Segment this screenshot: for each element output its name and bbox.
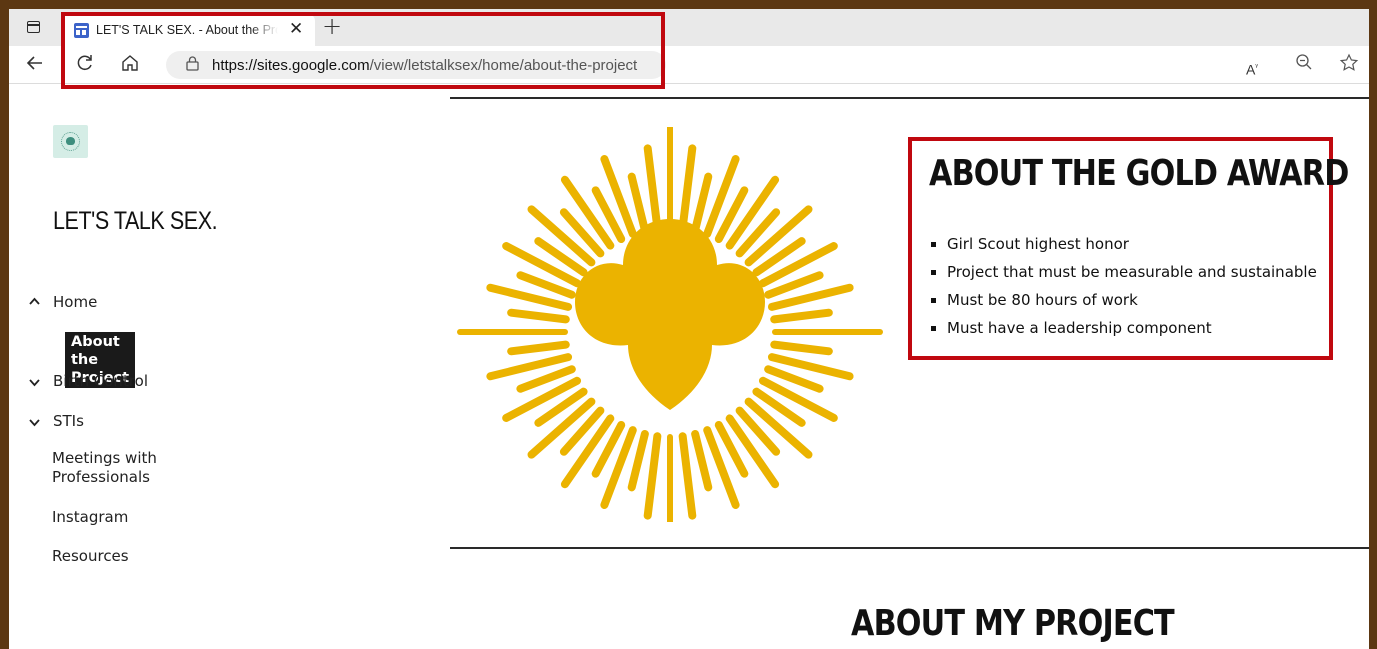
sun-ray xyxy=(770,308,833,324)
sun-ray xyxy=(627,172,649,235)
site-title[interactable]: LET'S TALK SEX. xyxy=(53,207,218,236)
url-text[interactable]: https://sites.google.com/view/letstalkse… xyxy=(212,57,637,74)
list-item: Must have a leadership component xyxy=(931,314,1317,342)
tab-strip: LET'S TALK SEX. - About the Project ✕ + xyxy=(9,9,1369,46)
sun-ray xyxy=(643,144,662,232)
list-item: Must be 80 hours of work xyxy=(931,286,1317,314)
chevron-up-icon[interactable] xyxy=(29,294,40,309)
sun-ray xyxy=(678,432,697,520)
sun-ray xyxy=(770,340,833,356)
close-tab-icon[interactable]: ✕ xyxy=(289,19,303,39)
lock-icon[interactable] xyxy=(186,56,199,75)
refresh-icon[interactable] xyxy=(75,53,95,77)
browser-window: LET'S TALK SEX. - About the Project ✕ + … xyxy=(9,9,1369,649)
browser-toolbar: https://sites.google.com/view/letstalkse… xyxy=(9,46,1369,84)
gold-award-list: Girl Scout highest honor Project that mu… xyxy=(931,230,1317,342)
sun-ray xyxy=(678,144,697,232)
girl-scout-trefoil-emblem xyxy=(457,127,883,522)
favorite-icon[interactable] xyxy=(1339,53,1359,77)
sun-ray xyxy=(691,429,713,492)
chevron-down-icon[interactable] xyxy=(29,376,40,391)
nav-item-birth-control[interactable]: Birth Control xyxy=(53,372,148,390)
new-tab-icon[interactable]: + xyxy=(322,12,342,40)
nav-item-instagram[interactable]: Instagram xyxy=(52,508,128,526)
site-logo[interactable] xyxy=(53,125,88,158)
sun-ray xyxy=(507,340,570,356)
list-item: Project that must be measurable and sust… xyxy=(931,258,1317,286)
nav-item-meetings-line2[interactable]: Professionals xyxy=(52,468,150,486)
read-aloud-icon[interactable]: Aᵞ xyxy=(1246,56,1258,81)
nav-item-home[interactable]: Home xyxy=(53,293,97,311)
sun-ray xyxy=(691,172,713,235)
address-bar[interactable]: https://sites.google.com/view/letstalkse… xyxy=(166,51,666,79)
zoom-icon[interactable] xyxy=(1295,53,1313,75)
chevron-down-icon[interactable] xyxy=(29,416,40,431)
about-project-heading: ABOUT MY PROJECT xyxy=(851,603,1175,644)
back-icon[interactable] xyxy=(25,53,45,77)
trefoil-icon xyxy=(575,219,765,410)
sun-ray xyxy=(627,429,649,492)
browser-tab[interactable]: LET'S TALK SEX. - About the Project ✕ xyxy=(63,14,315,46)
url-path: /view/letstalksex/home/about-the-project xyxy=(369,57,638,74)
home-icon[interactable] xyxy=(120,53,140,77)
sun-ray xyxy=(643,432,662,520)
site-favicon-icon xyxy=(74,23,89,38)
nav-item-meetings-line1[interactable]: Meetings with xyxy=(52,449,157,467)
tab-title: LET'S TALK SEX. - About the Project xyxy=(96,23,278,37)
window-icon[interactable] xyxy=(27,21,40,33)
url-host: https://sites.google.com xyxy=(212,57,370,74)
sun-ray xyxy=(507,308,570,324)
divider-top xyxy=(450,97,1369,99)
divider-bottom xyxy=(450,547,1369,549)
gold-award-heading: ABOUT THE GOLD AWARD xyxy=(929,153,1349,194)
nav-item-stis[interactable]: STIs xyxy=(53,412,84,430)
nav-item-resources[interactable]: Resources xyxy=(52,547,129,565)
list-item: Girl Scout highest honor xyxy=(931,230,1317,258)
